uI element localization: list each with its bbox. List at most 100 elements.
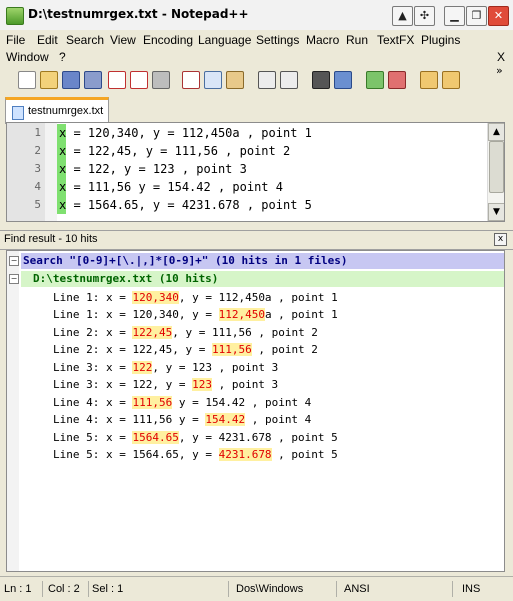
undo-icon[interactable]: [258, 71, 276, 89]
result-line[interactable]: Line 5: x = 1564.65, y = 4231.678 , poin…: [53, 431, 338, 448]
text-editor[interactable]: 1 x = 120,340, y = 112,450a , point 1 2 …: [6, 122, 505, 222]
result-match: 111,56: [211, 343, 252, 356]
cut-icon[interactable]: [182, 71, 200, 89]
line-number: 2: [34, 144, 41, 157]
notepad-plus-plus-icon: [6, 7, 24, 25]
menu-plugins[interactable]: Plugins: [421, 33, 460, 47]
result-match: 122,45: [132, 326, 173, 339]
save-all-icon[interactable]: [84, 71, 102, 89]
scroll-down-icon[interactable]: ▼: [488, 203, 504, 221]
result-match: 123: [192, 378, 212, 391]
menu-file[interactable]: File: [6, 33, 25, 47]
editor-vertical-scrollbar[interactable]: ▲ ▼: [487, 123, 504, 221]
close-button[interactable]: ✕: [488, 6, 509, 26]
result-prefix: Line 1: x = 120,340, y =: [53, 308, 219, 321]
fold-collapse-icon[interactable]: −: [9, 274, 19, 284]
fold-collapse-icon[interactable]: −: [9, 256, 19, 266]
result-suffix: , point 3: [211, 378, 279, 391]
line-number: 1: [34, 126, 41, 139]
menu-encoding[interactable]: Encoding: [143, 33, 193, 47]
help-button[interactable]: ▲: [392, 6, 413, 26]
menu-help[interactable]: ?: [59, 50, 66, 64]
file-summary-line: D:\testnumrgex.txt (10 hits): [21, 271, 504, 287]
zoom-out-icon[interactable]: [388, 71, 406, 89]
menu-edit[interactable]: Edit: [37, 33, 58, 47]
copy-icon[interactable]: [204, 71, 222, 89]
result-line[interactable]: Line 3: x = 122, y = 123 , point 3: [53, 361, 278, 378]
menu-run[interactable]: Run: [346, 33, 368, 47]
window-title: D:\testnumrgex.txt - Notepad++: [28, 7, 249, 21]
result-suffix: y = 154.42 , point 4: [172, 396, 312, 409]
file-summary-text: D:\testnumrgex.txt (10 hits): [33, 272, 219, 285]
open-file-icon[interactable]: [40, 71, 58, 89]
find-icon[interactable]: [312, 71, 330, 89]
close-icon[interactable]: [108, 71, 126, 89]
menu-language[interactable]: Language: [198, 33, 251, 47]
line-number: 3: [34, 162, 41, 175]
paste-icon[interactable]: [226, 71, 244, 89]
result-suffix: , point 5: [271, 448, 338, 461]
result-prefix: Line 3: x =: [53, 361, 133, 374]
scroll-thumb[interactable]: [489, 141, 504, 193]
tab-testnumrgex[interactable]: testnumrgex.txt: [5, 97, 109, 124]
wrap-icon[interactable]: [442, 71, 460, 89]
status-bar: Ln : 1 Col : 2 Sel : 1 Dos\Windows ANSI …: [0, 576, 513, 601]
result-prefix: Line 4: x = 111,56 y =: [53, 413, 206, 426]
result-line[interactable]: Line 3: x = 122, y = 123 , point 3: [53, 378, 278, 395]
status-column: Col : 2: [48, 581, 89, 597]
result-suffix: , y = 123 , point 3: [152, 361, 279, 374]
result-line[interactable]: Line 2: x = 122,45, y = 111,56 , point 2: [53, 326, 318, 343]
result-match: 112,450: [218, 308, 265, 321]
result-suffix: , y = 112,450a , point 1: [178, 291, 338, 304]
tab-label: testnumrgex.txt: [28, 105, 104, 117]
new-file-icon[interactable]: [18, 71, 36, 89]
save-icon[interactable]: [62, 71, 80, 89]
sync-icon[interactable]: [420, 71, 438, 89]
find-result-title: Find result - 10 hits: [4, 233, 98, 245]
find-result-header: Find result - 10 hits x: [0, 230, 513, 250]
tab-strip: testnumrgex.txt: [0, 94, 513, 124]
menu-bar: File Edit Search View Encoding Language …: [0, 30, 513, 64]
minimize-button[interactable]: ▁: [444, 6, 465, 26]
toolbar-overflow-chevron[interactable]: »: [496, 64, 503, 77]
result-prefix: Line 5: x = 1564.65, y =: [53, 448, 219, 461]
result-line[interactable]: Line 5: x = 1564.65, y = 4231.678 , poin…: [53, 448, 338, 465]
close-all-icon[interactable]: [130, 71, 148, 89]
result-match: 122: [132, 361, 153, 374]
result-line[interactable]: Line 1: x = 120,340, y = 112,450a , poin…: [53, 308, 338, 325]
find-results-pane[interactable]: − − Search "[0-9]+[\.|,]*[0-9]+" (10 hit…: [6, 250, 505, 572]
restore-button[interactable]: ❐: [466, 6, 487, 26]
status-eol-format: Dos\Windows: [236, 581, 337, 597]
toolbar: »: [0, 64, 513, 95]
menu-macro[interactable]: Macro: [306, 33, 339, 47]
find-panel-close-icon[interactable]: x: [494, 233, 507, 246]
search-summary-line: Search "[0-9]+[\.|,]*[0-9]+" (10 hits in…: [21, 253, 504, 269]
editor-line: 4 x = 111,56 y = 154.42 , point 4: [7, 178, 487, 196]
result-prefix: Line 2: x = 122,45, y =: [53, 343, 212, 356]
replace-icon[interactable]: [334, 71, 352, 89]
result-line[interactable]: Line 4: x = 111,56 y = 154.42 , point 4: [53, 413, 311, 430]
zoom-in-icon[interactable]: [366, 71, 384, 89]
result-match: 120,340: [132, 291, 179, 304]
result-line[interactable]: Line 1: x = 120,340, y = 112,450a , poin…: [53, 291, 338, 308]
menu-textfx[interactable]: TextFX: [377, 33, 414, 47]
editor-line: 5 x = 1564.65, y = 4231.678 , point 5: [7, 196, 487, 214]
redo-icon[interactable]: [280, 71, 298, 89]
menu-settings[interactable]: Settings: [256, 33, 299, 47]
document-icon: [12, 106, 24, 120]
result-line[interactable]: Line 2: x = 122,45, y = 111,56 , point 2: [53, 343, 318, 360]
menu-search[interactable]: Search: [66, 33, 104, 47]
result-line[interactable]: Line 4: x = 111,56 y = 154.42 , point 4: [53, 396, 311, 413]
print-icon[interactable]: [152, 71, 170, 89]
pin-button[interactable]: ✣: [414, 6, 435, 26]
menu-window[interactable]: Window: [6, 50, 49, 64]
result-suffix: a , point 1: [264, 308, 338, 321]
result-match: 4231.678: [218, 448, 272, 461]
result-suffix: , y = 111,56 , point 2: [172, 326, 318, 339]
result-match: 154.42: [205, 413, 246, 426]
line-text: x = 122, y = 123 , point 3: [59, 162, 247, 176]
menu-close-doc[interactable]: X: [497, 50, 505, 64]
result-prefix: Line 5: x =: [53, 431, 133, 444]
menu-view[interactable]: View: [110, 33, 136, 47]
scroll-up-icon[interactable]: ▲: [488, 123, 504, 141]
